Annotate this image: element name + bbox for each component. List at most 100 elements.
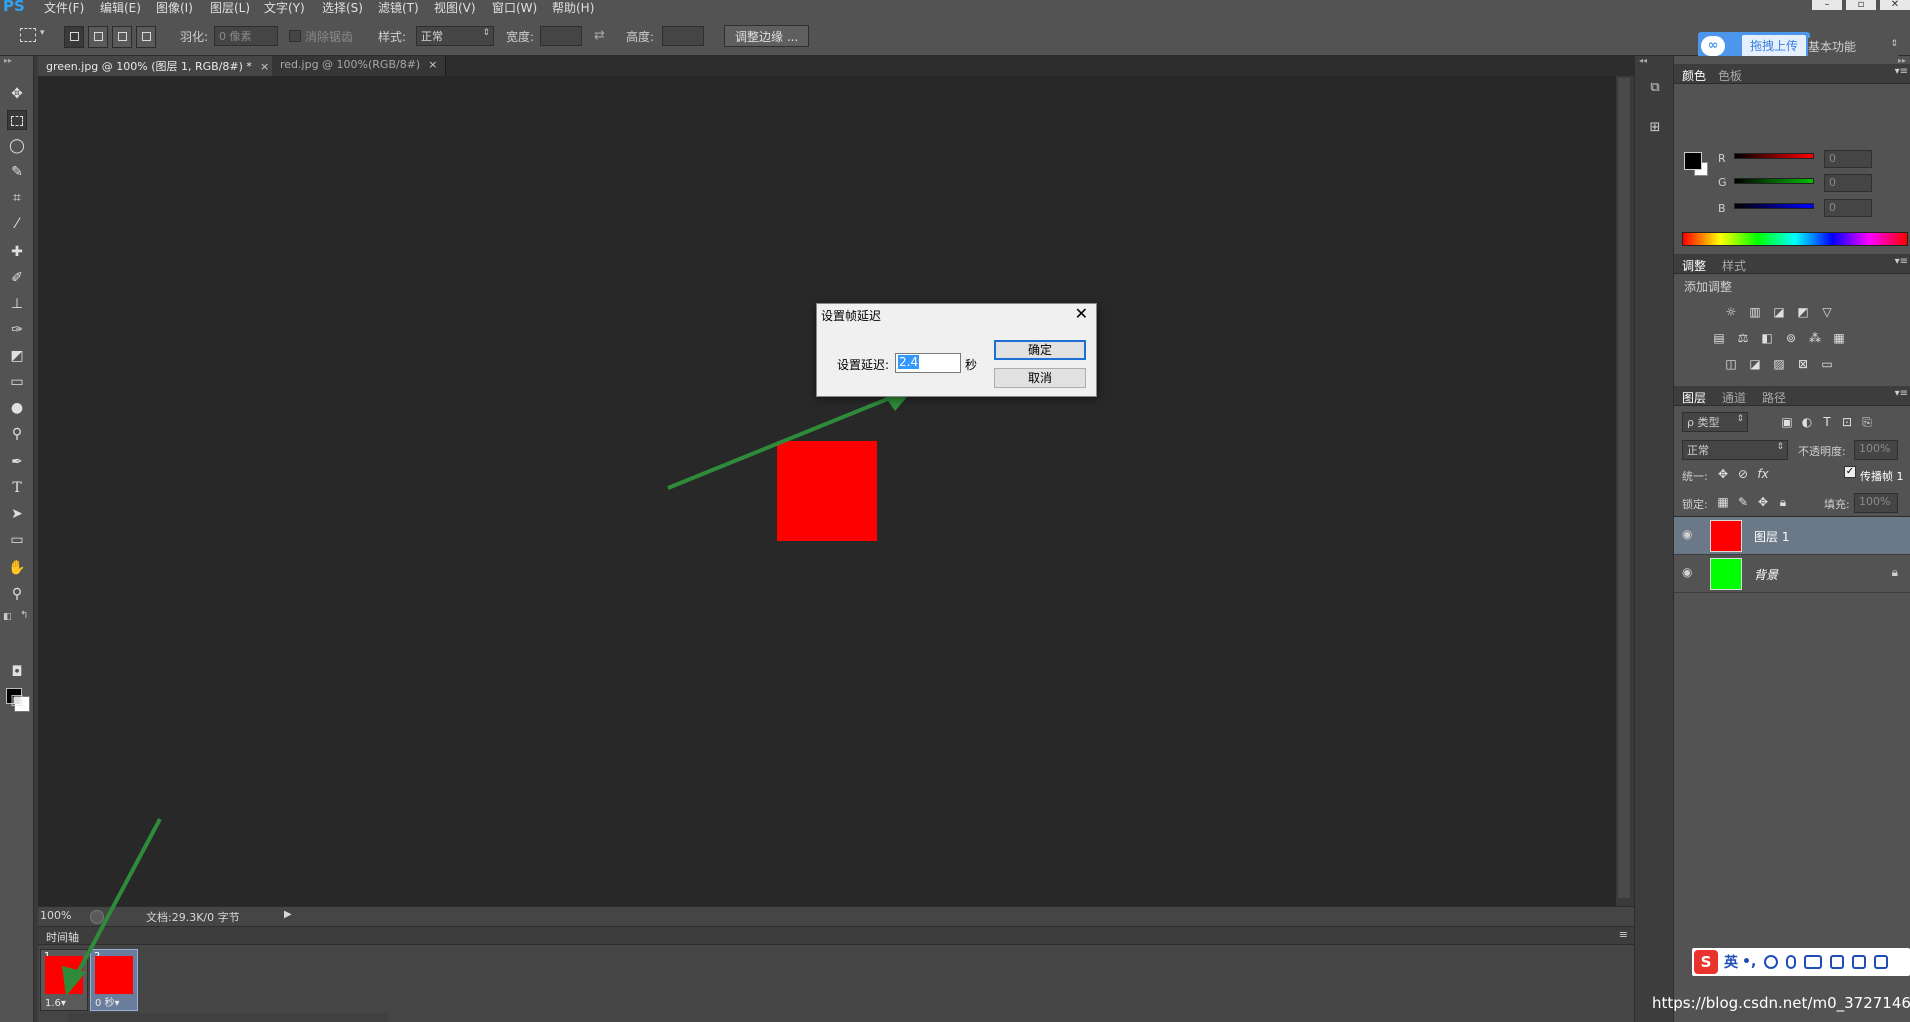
brightness-icon[interactable]: ☼ bbox=[1722, 304, 1740, 320]
lock-position-icon[interactable]: ✥ bbox=[1754, 494, 1772, 510]
filter-smart-icon[interactable]: ⎘ bbox=[1858, 414, 1876, 430]
path-select-tool-icon[interactable]: ➤ bbox=[7, 504, 27, 524]
marquee-tool-preset-icon[interactable] bbox=[20, 28, 36, 42]
close-tab-icon[interactable]: × bbox=[260, 60, 269, 73]
tab-layers[interactable]: 图层 bbox=[1682, 389, 1706, 406]
blur-tool-icon[interactable]: ● bbox=[7, 398, 27, 418]
exposure-icon[interactable]: ◩ bbox=[1794, 304, 1812, 320]
cancel-button[interactable]: 取消 bbox=[994, 368, 1086, 388]
eyedropper-tool-icon[interactable]: ⁄ bbox=[7, 214, 27, 234]
threshold-icon[interactable]: ▨ bbox=[1770, 356, 1788, 372]
color-balance-icon[interactable]: ⚖ bbox=[1734, 330, 1752, 346]
crop-tool-icon[interactable]: ⌗ bbox=[7, 188, 27, 208]
style-select[interactable]: 正常 ⇕ bbox=[416, 26, 494, 46]
channel-mixer-icon[interactable]: ⁂ bbox=[1806, 330, 1824, 346]
filter-type-icon[interactable]: T bbox=[1818, 414, 1836, 430]
fg-color-swatch[interactable] bbox=[1684, 152, 1702, 170]
rect-marquee-tool-icon[interactable] bbox=[7, 110, 27, 130]
lock-pixels-icon[interactable]: ✎ bbox=[1734, 494, 1752, 510]
new-selection-button[interactable] bbox=[64, 26, 84, 48]
quick-select-tool-icon[interactable]: ✎ bbox=[7, 162, 27, 182]
vibrance-icon[interactable]: ▽ bbox=[1818, 304, 1836, 320]
opacity-input[interactable]: 100% bbox=[1854, 440, 1898, 460]
tab-red-jpg[interactable]: red.jpg @ 100%(RGB/8#) × bbox=[272, 56, 447, 76]
dock-collapse-icon[interactable]: ◂◂ bbox=[1639, 56, 1647, 65]
channel-b-slider[interactable] bbox=[1734, 203, 1814, 209]
ok-button[interactable]: 确定 bbox=[994, 340, 1086, 360]
tab-channels[interactable]: 通道 bbox=[1722, 389, 1746, 406]
gradient-map-icon[interactable]: ▭ bbox=[1818, 356, 1836, 372]
filter-adjust-icon[interactable]: ◐ bbox=[1798, 414, 1816, 430]
layer-row-background[interactable]: ◉ 背景 🔒︎ bbox=[1674, 555, 1910, 593]
timeline-frame-2[interactable]: 2 0 秒▾ bbox=[90, 949, 138, 1011]
mic-icon[interactable] bbox=[1786, 955, 1797, 969]
fill-input[interactable]: 100% bbox=[1854, 493, 1898, 513]
photo-filter-icon[interactable]: ⊚ bbox=[1782, 330, 1800, 346]
emoji-icon[interactable] bbox=[1764, 955, 1779, 969]
delay-input[interactable]: 2.4 bbox=[895, 353, 961, 373]
timeline-controls[interactable] bbox=[68, 1013, 388, 1022]
clone-stamp-tool-icon[interactable]: ⊥ bbox=[7, 294, 27, 314]
minimize-icon[interactable]: – bbox=[1812, 0, 1842, 10]
hand-tool-icon[interactable]: ✋ bbox=[7, 558, 27, 578]
unify-visibility-icon[interactable]: ⊘ bbox=[1734, 466, 1752, 482]
type-tool-icon[interactable]: T bbox=[7, 478, 27, 498]
workspace-switcher[interactable]: 基本功能 ⇕ bbox=[1808, 38, 1898, 56]
tab-adjustments[interactable]: 调整 bbox=[1682, 257, 1706, 274]
toolbox-grid-icon[interactable] bbox=[1874, 955, 1889, 969]
subtract-selection-button[interactable] bbox=[112, 26, 132, 48]
panel-menu-icon[interactable]: ▾≡ bbox=[1895, 66, 1908, 77]
levels-icon[interactable]: ▥ bbox=[1746, 304, 1764, 320]
unify-style-icon[interactable]: fx bbox=[1754, 466, 1772, 482]
propagate-frame-checkbox[interactable]: ✓ bbox=[1844, 466, 1856, 478]
properties-panel-icon[interactable]: ⊞ bbox=[1645, 118, 1665, 138]
timeline-frame-1[interactable]: 1 1.6▾ bbox=[40, 949, 88, 1011]
tab-color[interactable]: 颜色 bbox=[1682, 67, 1706, 84]
antialias-checkbox[interactable] bbox=[289, 30, 301, 42]
color-spectrum[interactable] bbox=[1682, 232, 1908, 246]
zoom-level[interactable]: 100% bbox=[40, 909, 71, 922]
tab-green-jpg[interactable]: green.jpg @ 100% (图层 1, RGB/8#) * × bbox=[38, 56, 279, 76]
eye-icon[interactable]: ◉ bbox=[1682, 565, 1692, 579]
black-white-icon[interactable]: ◧ bbox=[1758, 330, 1776, 346]
blend-mode-select[interactable]: 正常 ⇕ bbox=[1682, 440, 1788, 460]
close-window-icon[interactable]: ✕ bbox=[1880, 0, 1910, 10]
posterize-icon[interactable]: ◪ bbox=[1746, 356, 1764, 372]
history-brush-tool-icon[interactable]: ✑ bbox=[7, 320, 27, 340]
user-icon[interactable] bbox=[1830, 955, 1845, 969]
lock-transparent-icon[interactable]: ▦ bbox=[1714, 494, 1732, 510]
unify-position-icon[interactable]: ✥ bbox=[1714, 466, 1732, 482]
layer-row-layer-1[interactable]: ◉ 图层 1 bbox=[1674, 517, 1910, 555]
ime-language[interactable]: 英 bbox=[1724, 952, 1738, 972]
history-panel-icon[interactable]: ⧉ bbox=[1645, 78, 1665, 98]
hue-saturation-icon[interactable]: ▤ bbox=[1710, 330, 1728, 346]
curves-icon[interactable]: ◪ bbox=[1770, 304, 1788, 320]
scrollbar-thumb[interactable] bbox=[1618, 78, 1630, 898]
toolbox-collapse-icon[interactable]: ▸▸ bbox=[4, 56, 12, 65]
sogou-logo[interactable]: S bbox=[1694, 950, 1718, 974]
invert-icon[interactable]: ◫ bbox=[1722, 356, 1740, 372]
layer-name[interactable]: 背景 bbox=[1754, 566, 1778, 583]
keyboard-icon[interactable] bbox=[1804, 955, 1823, 969]
timeline-title[interactable]: 时间轴 bbox=[46, 929, 79, 945]
selective-color-icon[interactable]: ⊠ bbox=[1794, 356, 1812, 372]
screen-mode-icon[interactable]: ▣ bbox=[7, 690, 27, 710]
swap-colors-icon[interactable]: ↰ bbox=[20, 610, 28, 621]
intersect-selection-button[interactable] bbox=[136, 26, 156, 48]
status-menu-arrow-icon[interactable]: ▶ bbox=[284, 909, 292, 920]
channel-g-slider[interactable] bbox=[1734, 178, 1814, 184]
filter-shape-icon[interactable]: ⊡ bbox=[1838, 414, 1856, 430]
feather-input[interactable]: 0 像素 bbox=[214, 26, 278, 46]
punctuation-icon[interactable]: •, bbox=[1742, 954, 1756, 970]
restore-icon[interactable]: ▫ bbox=[1846, 0, 1876, 10]
eraser-tool-icon[interactable]: ◩ bbox=[7, 346, 27, 366]
status-info-icon[interactable] bbox=[90, 910, 104, 924]
skin-icon[interactable] bbox=[1852, 955, 1867, 969]
channel-b-input[interactable]: 0 bbox=[1824, 199, 1872, 217]
gradient-tool-icon[interactable]: ▭ bbox=[7, 372, 27, 392]
channel-r-slider[interactable] bbox=[1734, 153, 1814, 159]
close-tab-icon[interactable]: × bbox=[428, 58, 437, 71]
panel-menu-icon[interactable]: ▾≡ bbox=[1895, 388, 1908, 399]
tab-paths[interactable]: 路径 bbox=[1762, 389, 1786, 406]
filter-pixel-icon[interactable]: ▣ bbox=[1778, 414, 1796, 430]
